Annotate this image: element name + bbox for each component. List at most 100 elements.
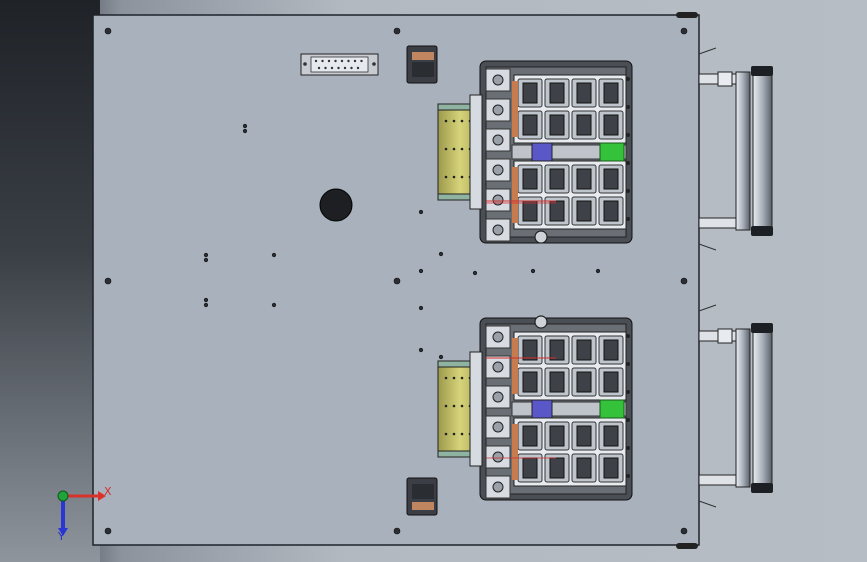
guide-rail: [469, 351, 483, 467]
mount-hole: [680, 277, 688, 285]
mount-hole: [530, 268, 536, 274]
cylinder-bolt: [460, 119, 464, 123]
cylinder-bolt: [452, 147, 456, 151]
mount-hole: [393, 277, 401, 285]
connector-pin: [343, 66, 347, 70]
handle-bottom[interactable]: [698, 304, 773, 508]
handle-cap: [751, 66, 773, 76]
mount-hole: [242, 128, 248, 134]
connector-pin: [317, 66, 321, 70]
blue-block: [531, 399, 553, 419]
connector-pin: [353, 59, 357, 63]
cell-contact: [576, 168, 592, 190]
green-block: [599, 142, 625, 162]
handle-leader: [698, 243, 717, 251]
cell-contact: [549, 457, 565, 479]
cell-contact: [522, 425, 538, 447]
handle-leader: [698, 47, 717, 55]
cell-clamp: [512, 424, 518, 480]
cad-viewport[interactable]: X Y: [0, 0, 867, 562]
mount-hole: [595, 268, 601, 274]
fitting-knob: [492, 421, 504, 433]
green-block: [599, 399, 625, 419]
connector-pin: [337, 66, 340, 70]
mount-hole: [393, 527, 401, 535]
cell-contact: [576, 339, 592, 361]
cylinder-bolt: [444, 147, 448, 151]
mount-hole: [203, 252, 209, 258]
handle-top[interactable]: [698, 47, 773, 251]
mount-hole: [104, 277, 112, 285]
cell-contact: [549, 339, 565, 361]
connector-pin: [327, 59, 331, 63]
cell-clamp: [512, 338, 518, 394]
cell-contact: [603, 114, 619, 136]
connector-pin: [356, 66, 360, 70]
fitting-knob: [492, 361, 504, 373]
cell-contact: [549, 82, 565, 104]
mount-hole: [418, 209, 424, 215]
mount-hole: [203, 257, 209, 263]
cylinder-bolt: [444, 432, 448, 436]
connector-pin: [340, 59, 344, 63]
cylinder-bolt: [444, 404, 448, 408]
cylinder-bolt: [452, 119, 456, 123]
side-pin: [626, 418, 630, 422]
cylinder-bolt: [460, 376, 464, 380]
mount-hole: [393, 27, 401, 35]
mount-hole: [271, 302, 277, 308]
cell-contact: [549, 200, 565, 222]
connector-pin: [334, 59, 337, 63]
side-pin: [626, 362, 630, 366]
mount-hole: [203, 297, 209, 303]
side-pin: [626, 133, 630, 137]
cylinder-bolt: [452, 432, 456, 436]
blue-block: [531, 142, 553, 162]
cell-contact: [549, 371, 565, 393]
cylinder-bolt: [452, 404, 456, 408]
mount-hole: [271, 252, 277, 258]
guide-rail: [469, 94, 483, 210]
cell-contact: [576, 200, 592, 222]
cell-contact: [522, 339, 538, 361]
cell-contact: [603, 82, 619, 104]
cell-contact: [603, 457, 619, 479]
y-axis-label: Y: [58, 530, 65, 543]
handle-cap: [751, 323, 773, 333]
handle-post: [735, 328, 751, 488]
cylinder-bolt: [452, 376, 456, 380]
z-axis-dot: [57, 490, 69, 502]
db-connector[interactable]: [300, 53, 379, 76]
mount-hole: [680, 527, 688, 535]
mount-hole: [438, 251, 444, 257]
switch-box-bottom[interactable]: [406, 477, 438, 516]
side-pin: [626, 77, 630, 81]
locator-ring: [534, 230, 548, 244]
cell-contact: [522, 200, 538, 222]
cell-contact: [603, 371, 619, 393]
handle-grip: [752, 69, 773, 233]
cell-contact: [576, 114, 592, 136]
side-pin: [626, 334, 630, 338]
handle-post: [735, 71, 751, 231]
cylinder-bolt: [460, 404, 464, 408]
cell-contact: [549, 168, 565, 190]
fitting-knob: [492, 331, 504, 343]
connector-pin: [360, 59, 363, 63]
round-port[interactable]: [319, 188, 353, 222]
cell-contact: [603, 339, 619, 361]
side-pin: [626, 446, 630, 450]
side-pin: [626, 161, 630, 165]
mount-hole: [418, 268, 424, 274]
side-pin: [626, 390, 630, 394]
cell-contact: [576, 425, 592, 447]
mount-hole: [104, 27, 112, 35]
assembly-drawing[interactable]: [0, 0, 867, 562]
cylinder-bolt: [444, 175, 448, 179]
switch-box-top[interactable]: [406, 45, 438, 84]
cylinder-bolt: [460, 147, 464, 151]
fitting-knob: [492, 391, 504, 403]
mount-hole: [203, 302, 209, 308]
cell-contact: [549, 425, 565, 447]
mount-hole: [680, 27, 688, 35]
